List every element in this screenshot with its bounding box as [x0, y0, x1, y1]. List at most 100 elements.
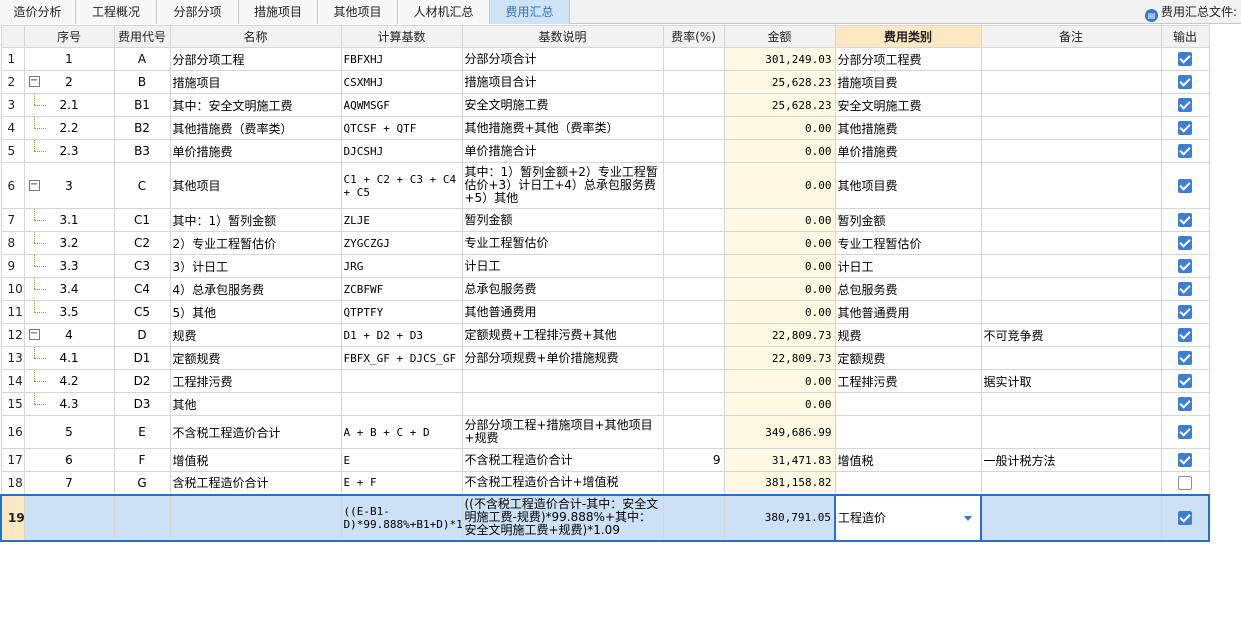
cell-seq[interactable]: 3.5	[23, 300, 115, 324]
col-header-rate[interactable]: 费率(%)	[662, 25, 725, 48]
row-number[interactable]: 6	[0, 162, 25, 209]
row-number[interactable]: 9	[0, 254, 25, 278]
cell-code[interactable]	[113, 493, 171, 542]
col-header-remark[interactable]: 备注	[980, 25, 1162, 48]
cell-code[interactable]: G	[113, 471, 171, 495]
cell-desc[interactable]: 其他措施费+其他（费率类）	[461, 116, 664, 140]
cell-category[interactable]	[834, 415, 982, 449]
cell-base[interactable]: FBFXHJ	[340, 47, 463, 71]
cell-rate[interactable]	[662, 277, 725, 301]
table-row[interactable]: 5 2.3 B3 单价措施费 DJCSHJ 单价措施合计 0.00 单价措施费	[0, 139, 1210, 163]
cell-remark[interactable]	[980, 116, 1162, 140]
cell-base[interactable]: JRG	[340, 254, 463, 278]
cell-desc[interactable]	[461, 369, 664, 393]
cell-code[interactable]: A	[113, 47, 171, 71]
cell-code[interactable]: C2	[113, 231, 171, 255]
cell-name[interactable]: 3）计日工	[169, 254, 342, 278]
cell-desc[interactable]: 单价措施合计	[461, 139, 664, 163]
table-row[interactable]: 2−2 B 措施项目 CSXMHJ 措施项目合计 25,628.23 措施项目费	[0, 70, 1210, 94]
cell-base[interactable]: AQWMSGF	[340, 93, 463, 117]
cell-rate[interactable]	[662, 116, 725, 140]
cell-category[interactable]: 暂列金额	[834, 208, 982, 232]
cell-output[interactable]	[1160, 231, 1210, 255]
cell-category[interactable]: 分部分项工程费	[834, 47, 982, 71]
cell-name[interactable]: 其他措施费（费率类）	[169, 116, 342, 140]
cell-name[interactable]: 不含税工程造价合计	[169, 415, 342, 449]
cell-seq[interactable]: 3.2	[23, 231, 115, 255]
cell-name[interactable]: 含税工程造价合计	[169, 471, 342, 495]
table-row[interactable]: 1 1 A 分部分项工程 FBFXHJ 分部分项合计 301,249.03 分部分项工程费	[0, 47, 1210, 71]
cell-name[interactable]: 其他项目	[169, 162, 342, 209]
row-number[interactable]: 10	[0, 277, 25, 301]
cell-code[interactable]: D1	[113, 346, 171, 370]
table-row[interactable]: 6−3 C 其他项目 C1 + C2 + C3 + C4 + C5 其中：1）暂列金额+…	[0, 162, 1210, 209]
row-number[interactable]: 17	[0, 448, 25, 472]
cell-output[interactable]	[1160, 162, 1210, 209]
cell-name[interactable]: 增值税	[169, 448, 342, 472]
cell-desc[interactable]: 计日工	[461, 254, 664, 278]
cell-code[interactable]: C5	[113, 300, 171, 324]
cell-name[interactable]: 措施项目	[169, 70, 342, 94]
tab-sub-items[interactable]: 分部分项	[157, 0, 239, 24]
checkbox-checked-icon[interactable]	[1178, 121, 1192, 136]
col-header-base[interactable]: 计算基数	[340, 25, 463, 48]
cell-seq[interactable]: 3.1	[23, 208, 115, 232]
table-row[interactable]: 11 3.5 C5 5）其他 QTPTFY 其他普通费用 0.00 其他普通费用	[0, 300, 1210, 324]
cell-remark[interactable]	[980, 93, 1162, 117]
cell-code[interactable]: D	[113, 323, 171, 347]
checkbox-checked-icon[interactable]	[1178, 144, 1192, 159]
cell-seq[interactable]: −2	[23, 70, 115, 94]
cell-base[interactable]: E	[340, 448, 463, 472]
cell-category[interactable]	[834, 392, 982, 416]
cell-base[interactable]: ZCBFWF	[340, 277, 463, 301]
cell-output[interactable]	[1160, 369, 1210, 393]
cell-code[interactable]: C1	[113, 208, 171, 232]
cell-output[interactable]	[1160, 139, 1210, 163]
cell-code[interactable]: C4	[113, 277, 171, 301]
row-number[interactable]: 12	[0, 323, 25, 347]
cell-base[interactable]: ZYGCZGJ	[340, 231, 463, 255]
cell-code[interactable]: C3	[113, 254, 171, 278]
checkbox-checked-icon[interactable]	[1178, 397, 1192, 412]
cell-code[interactable]: B	[113, 70, 171, 94]
collapse-icon[interactable]: −	[28, 179, 40, 191]
cell-rate[interactable]	[662, 300, 725, 324]
cell-category[interactable]: 措施项目费	[834, 70, 982, 94]
cell-output[interactable]	[1160, 208, 1210, 232]
cell-rate[interactable]	[662, 415, 725, 449]
cell-output[interactable]	[1160, 493, 1210, 542]
cell-code[interactable]: B2	[113, 116, 171, 140]
collapse-icon[interactable]: −	[28, 329, 40, 340]
cell-output[interactable]	[1160, 116, 1210, 140]
cell-code[interactable]: D3	[113, 392, 171, 416]
tab-cost-summary[interactable]: 费用汇总	[490, 0, 570, 24]
row-number[interactable]: 3	[0, 93, 25, 117]
table-row[interactable]: 13 4.1 D1 定额规费 FBFX_GF + DJCS_GF 分部分项规费+单价措施规…	[0, 346, 1210, 370]
tab-measures[interactable]: 措施项目	[239, 0, 318, 24]
cell-output[interactable]	[1160, 471, 1210, 495]
cell-base[interactable]: ZLJE	[340, 208, 463, 232]
col-header-code[interactable]: 费用代号	[113, 25, 171, 48]
cell-seq[interactable]: −3	[23, 162, 115, 209]
col-header-seq[interactable]: 序号	[23, 25, 115, 48]
cell-output[interactable]	[1160, 277, 1210, 301]
col-header-amount[interactable]: 金额	[723, 25, 836, 48]
table-row[interactable]: 3 2.1 B1 其中：安全文明施工费 AQWMSGF 安全文明施工费 25,628.23 安…	[0, 93, 1210, 117]
cell-base[interactable]: QTCSF + QTF	[340, 116, 463, 140]
cell-desc[interactable]: 分部分项合计	[461, 47, 664, 71]
cell-code[interactable]: E	[113, 415, 171, 449]
cell-name[interactable]: 其中：安全文明施工费	[169, 93, 342, 117]
cell-name[interactable]: 4）总承包服务费	[169, 277, 342, 301]
cell-desc[interactable]	[461, 392, 664, 416]
cell-name[interactable]	[169, 493, 342, 542]
checkbox-checked-icon[interactable]	[1178, 328, 1192, 343]
cell-desc[interactable]: 定额规费+工程排污费+其他	[461, 323, 664, 347]
cell-rate[interactable]	[662, 139, 725, 163]
checkbox-checked-icon[interactable]	[1178, 178, 1192, 193]
cell-category[interactable]: 其他普通费用	[834, 300, 982, 324]
cell-rate[interactable]	[662, 231, 725, 255]
col-header-category[interactable]: 费用类别	[834, 25, 982, 48]
row-number[interactable]: 5	[0, 139, 25, 163]
cell-category[interactable]: 规费	[834, 323, 982, 347]
cell-desc[interactable]: 总承包服务费	[461, 277, 664, 301]
